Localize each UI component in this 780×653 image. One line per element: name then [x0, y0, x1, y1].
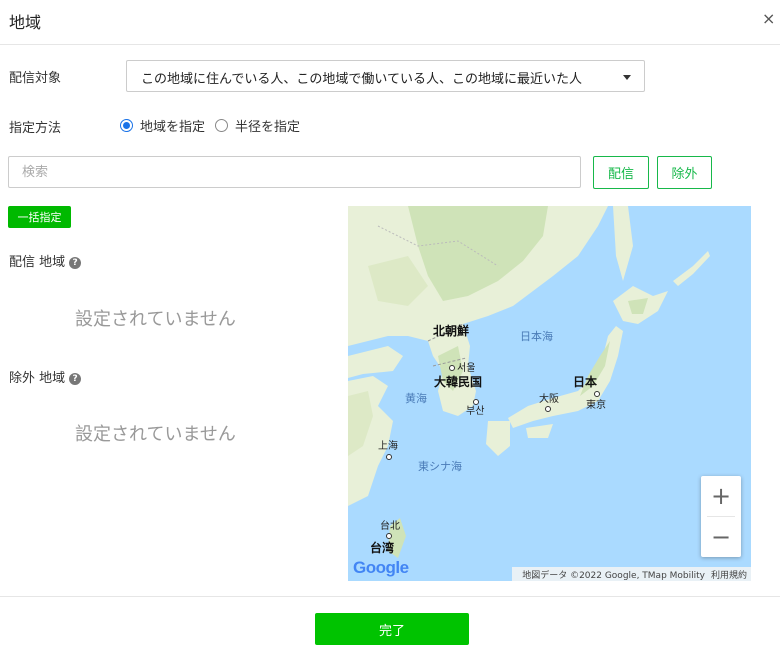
map-label-south-korea: 大韓民国	[434, 375, 483, 389]
method-radio-group: 地域を指定 半径を指定	[120, 116, 310, 135]
target-select-value: この地域に住んでいる人、この地域で働いている人、この地域に最近いた人	[141, 72, 582, 87]
city-pin-icon	[594, 391, 600, 397]
map-label-shanghai: 上海	[378, 441, 398, 452]
help-icon[interactable]: ?	[69, 373, 82, 385]
exclude-area-label: 除外 地域?	[9, 367, 82, 386]
radio-area-label: 地域を指定	[140, 120, 206, 135]
deliver-area-title: 配信 地域	[9, 255, 66, 270]
exclude-button[interactable]: 除外	[657, 156, 712, 189]
radio-unchecked-icon[interactable]	[215, 119, 229, 132]
map-label-taipei: 台北	[380, 521, 400, 532]
radio-radius-label: 半径を指定	[235, 120, 301, 135]
map-label-yellow-sea: 黄海	[405, 392, 427, 405]
city-pin-icon	[386, 533, 392, 539]
target-label: 配信対象	[9, 71, 62, 86]
zoom-control: + −	[701, 476, 741, 557]
city-pin-icon	[386, 454, 392, 460]
radio-radius[interactable]: 半径を指定	[215, 116, 300, 135]
search-input[interactable]	[8, 156, 581, 188]
target-select[interactable]: この地域に住んでいる人、この地域で働いている人、この地域に最近いた人	[126, 60, 645, 92]
google-logo: Google	[353, 558, 409, 578]
map-label-north-korea: 北朝鮮	[433, 324, 470, 338]
map-view[interactable]: 北朝鮮 서울 大韓民国 부산 日本海 日本 大阪 東京 黄海 上海 東シナ海 台…	[348, 206, 751, 581]
help-icon[interactable]: ?	[69, 257, 82, 269]
dialog-footer: 完了	[0, 596, 780, 653]
map-label-busan: 부산	[466, 406, 485, 417]
zoom-out-button[interactable]: −	[701, 517, 741, 557]
city-pin-icon	[545, 406, 551, 412]
google-logo-text: Google	[353, 558, 409, 577]
close-icon[interactable]: ×	[762, 11, 775, 27]
city-pin-icon	[473, 399, 479, 405]
city-pin-icon	[449, 365, 455, 371]
map-label-taiwan: 台湾	[370, 541, 395, 555]
map-label-east-china-sea: 東シナ海	[418, 460, 462, 473]
map-label-sea-of-japan: 日本海	[520, 330, 553, 343]
map-label-tokyo: 東京	[586, 400, 606, 411]
deliver-button[interactable]: 配信	[593, 156, 649, 189]
map-data-credit: 地図データ ©2022 Google, TMap Mobility	[522, 571, 705, 581]
done-button[interactable]: 完了	[315, 613, 469, 645]
bulk-assign-button[interactable]: 一括指定	[8, 206, 71, 228]
dialog-title: 地域	[9, 13, 42, 32]
map-terms-link[interactable]: 利用規約	[711, 568, 747, 581]
radio-checked-icon[interactable]	[120, 119, 133, 132]
zoom-in-button[interactable]: +	[701, 476, 741, 516]
radio-area[interactable]: 地域を指定	[120, 116, 205, 135]
method-label: 指定方法	[9, 121, 62, 136]
map-attribution: 地図データ ©2022 Google, TMap Mobility 利用規約	[512, 567, 751, 581]
exclude-area-title: 除外 地域	[9, 371, 66, 386]
caret-down-icon	[623, 75, 631, 80]
deliver-area-empty: 設定されていません	[75, 309, 236, 330]
dialog-header: 地域 ×	[0, 0, 780, 45]
exclude-area-empty: 設定されていません	[75, 424, 236, 445]
map-label-osaka: 大阪	[539, 394, 559, 405]
map-label-seoul: 서울	[457, 363, 476, 374]
deliver-area-label: 配信 地域?	[9, 251, 82, 270]
map-label-japan: 日本	[573, 375, 598, 389]
